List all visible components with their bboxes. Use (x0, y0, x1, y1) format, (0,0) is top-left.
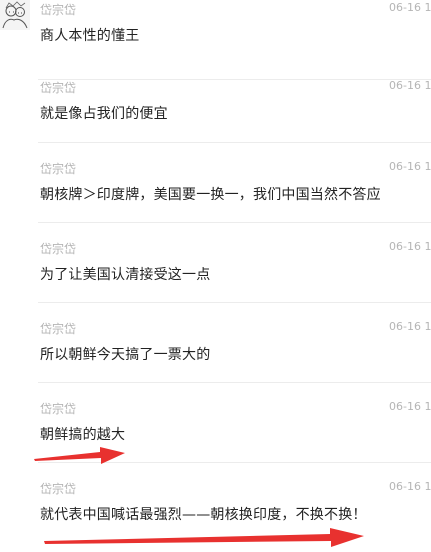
comment-feed: 岱宗岱 06-16 16 商人本性的懂王 岱宗岱 06-16 16 就是像占我们… (0, 0, 431, 551)
red-arrow-icon (44, 528, 364, 547)
red-arrow-icon (34, 447, 125, 464)
comment-time: 06-16 16 (389, 400, 431, 413)
comment-text: 就代表中国喊话最强烈——朝核换印度，不换不换！ (40, 507, 367, 523)
sketch-avatar-icon (0, 0, 30, 30)
comment-item: 岱宗岱 06-16 16 就是像占我们的便宜 (0, 62, 431, 143)
comment-author[interactable]: 岱宗岱 (40, 1, 76, 18)
comment-time: 06-16 16 (389, 79, 431, 92)
comment-author[interactable]: 岱宗岱 (40, 240, 76, 257)
comment-text: 商人本性的懂王 (40, 28, 140, 44)
comment-time: 06-16 16 (389, 240, 431, 253)
comment-author[interactable]: 岱宗岱 (40, 160, 76, 177)
comment-text: 就是像占我们的便宜 (40, 106, 168, 122)
avatar[interactable] (0, 0, 30, 30)
comment-item: 岱宗岱 06-16 16 朝核牌＞印度牌，美国要一换一，我们中国当然不答应 (0, 143, 431, 223)
comment-text: 朝核牌＞印度牌，美国要一换一，我们中国当然不答应 (40, 187, 381, 203)
comment-time: 06-16 16 (389, 160, 431, 173)
comment-text: 为了让美国认清接受这一点 (40, 267, 211, 283)
comment-time: 06-16 16 (389, 320, 431, 333)
comment-author[interactable]: 岱宗岱 (40, 400, 76, 417)
comment-author[interactable]: 岱宗岱 (40, 79, 76, 96)
comment-time: 06-16 16 (389, 480, 431, 493)
comment-item: 岱宗岱 06-16 16 所以朝鲜今天搞了一票大的 (0, 303, 431, 383)
comment-time: 06-16 16 (389, 1, 431, 14)
comment-author[interactable]: 岱宗岱 (40, 480, 76, 497)
comment-author[interactable]: 岱宗岱 (40, 320, 76, 337)
comment-text: 所以朝鲜今天搞了一票大的 (40, 347, 211, 363)
comment-item: 岱宗岱 06-16 16 为了让美国认清接受这一点 (0, 223, 431, 303)
